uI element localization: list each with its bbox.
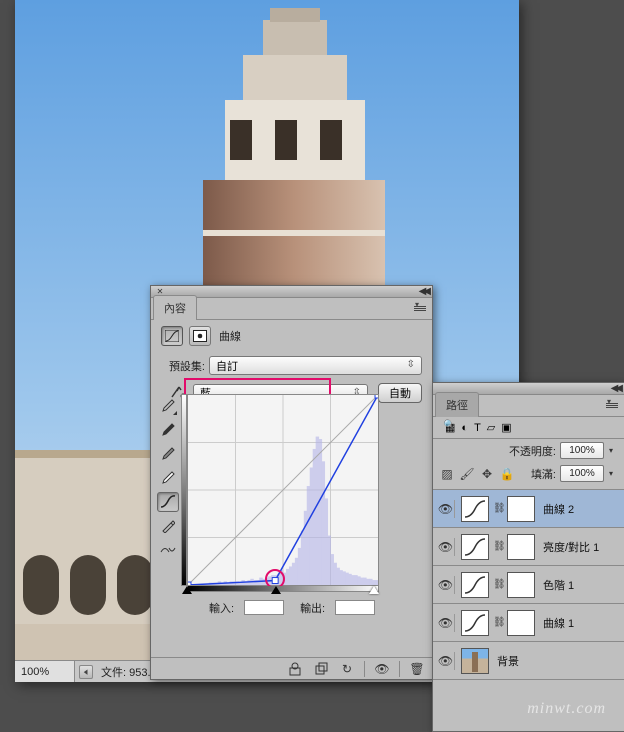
link-icon[interactable]: ⛓ xyxy=(493,503,503,514)
fill-label: 填滿: xyxy=(531,466,556,482)
point-curve-tool-icon[interactable] xyxy=(157,492,179,512)
trash-icon[interactable]: 🗑 xyxy=(408,661,426,677)
adjustment-thumb xyxy=(461,534,489,560)
layer-row[interactable]: 👁 ⛓ 曲線 2 xyxy=(433,490,624,528)
reset-icon[interactable]: ↻ xyxy=(338,661,356,677)
layer-row[interactable]: 👁 ⛓ 亮度/對比 1 xyxy=(433,528,624,566)
layer-row[interactable]: 👁 ⛓ 曲線 1 xyxy=(433,604,624,642)
collapse-icon[interactable]: ◀◀ xyxy=(611,383,620,394)
adjustment-thumb xyxy=(461,496,489,522)
filter-adjust-icon[interactable]: ◐ xyxy=(461,422,468,434)
adjustment-thumb xyxy=(461,572,489,598)
layer-name[interactable]: 曲線 2 xyxy=(539,501,574,517)
preset-select[interactable]: 自訂 xyxy=(209,356,422,375)
output-field[interactable] xyxy=(335,600,375,615)
panel-menu-icon[interactable] xyxy=(604,398,620,412)
layers-tabs: 路徑 xyxy=(433,395,624,417)
mask-thumb xyxy=(507,496,535,522)
link-icon[interactable]: ⛓ xyxy=(493,617,503,628)
smooth-curve-icon[interactable] xyxy=(157,540,179,560)
lock-image-icon[interactable]: 🖌 xyxy=(459,466,475,482)
layer-row[interactable]: 👁 背景 xyxy=(433,642,624,680)
lock-transparent-icon[interactable]: ▨ xyxy=(439,466,455,482)
layer-filter-row: ▦ ◐ T ▱ ▣ xyxy=(433,417,624,439)
link-icon[interactable]: ⛓ xyxy=(493,541,503,552)
tab-paths[interactable]: 路徑 xyxy=(435,392,479,417)
properties-footer: ↻ 👁 🗑 xyxy=(151,657,432,679)
status-popup-button[interactable] xyxy=(79,665,93,679)
input-output-row: 輸入: 輸出: xyxy=(187,600,379,616)
input-field[interactable] xyxy=(244,600,284,615)
opacity-field[interactable]: 100% xyxy=(560,442,604,459)
tab-properties[interactable]: 內容 xyxy=(153,295,197,320)
lock-position-icon[interactable]: ✥ xyxy=(479,466,495,482)
visibility-toggle-icon[interactable]: 👁 xyxy=(437,614,455,632)
filter-shape-icon[interactable]: ▱ xyxy=(487,421,495,434)
auto-button[interactable]: 自動 xyxy=(378,383,422,403)
lock-all-icon[interactable]: 🔒 xyxy=(499,466,515,482)
panel-tabs: 內容 xyxy=(151,298,432,320)
mask-thumb xyxy=(507,534,535,560)
curves-adjustment-icon[interactable] xyxy=(161,326,183,346)
layer-list: 👁 ⛓ 曲線 2 👁 ⛓ 亮度/對比 1 👁 ⛓ 色階 1 👁 ⛓ 曲線 1 👁 背景 xyxy=(433,489,624,709)
clip-to-layer-icon[interactable] xyxy=(286,661,304,677)
pencil-curve-tool-icon[interactable] xyxy=(157,516,179,536)
layers-panel: ◀◀ 路徑 ▦ ◐ T ▱ ▣ 不透明度: 100% ▨ 🖌 ✥ 🔒 填滿: 1… xyxy=(432,382,624,732)
opacity-label: 不透明度: xyxy=(509,443,556,459)
mask-thumb xyxy=(507,572,535,598)
gray-point-eyedropper-icon[interactable] xyxy=(157,444,179,464)
fill-field[interactable]: 100% xyxy=(560,465,604,482)
filter-smart-icon[interactable]: ▣ xyxy=(501,421,511,434)
layer-name[interactable]: 亮度/對比 1 xyxy=(539,539,599,555)
sample-eyedropper-icon[interactable] xyxy=(157,396,179,416)
panel-menu-icon[interactable] xyxy=(412,301,428,315)
image-thumb xyxy=(461,648,489,674)
zoom-level[interactable]: 100% xyxy=(15,661,75,682)
visibility-toggle-icon[interactable]: 👁 xyxy=(437,576,455,594)
layer-name[interactable]: 背景 xyxy=(493,653,519,669)
preset-row: 預設集: 自訂 xyxy=(151,352,432,379)
visibility-toggle-icon[interactable]: 👁 xyxy=(437,652,455,670)
mask-icon[interactable] xyxy=(189,326,211,346)
visibility-toggle-icon[interactable]: 👁 xyxy=(437,500,455,518)
collapse-icon[interactable]: ◀◀ xyxy=(419,286,428,297)
previous-state-icon[interactable] xyxy=(312,661,330,677)
input-label: 輸入: xyxy=(187,600,234,616)
visibility-icon[interactable]: 👁 xyxy=(373,661,391,677)
shadow-highlight-sliders[interactable] xyxy=(187,588,379,598)
filter-type-icon[interactable]: T xyxy=(474,422,481,434)
curves-graph[interactable] xyxy=(187,394,379,586)
adjustment-header: 曲線 xyxy=(151,320,432,352)
watermark: minwt.com xyxy=(527,700,606,718)
link-icon[interactable]: ⛓ xyxy=(493,579,503,590)
lock-fill-row: ▨ 🖌 ✥ 🔒 填滿: 100% xyxy=(433,462,624,485)
preset-label: 預設集: xyxy=(161,358,205,374)
visibility-toggle-icon[interactable]: 👁 xyxy=(437,538,455,556)
layer-row[interactable]: 👁 ⛓ 色階 1 xyxy=(433,566,624,604)
adjustment-name: 曲線 xyxy=(217,328,241,344)
adjustment-thumb xyxy=(461,610,489,636)
curves-tool-strip xyxy=(155,396,181,560)
layer-name[interactable]: 曲線 1 xyxy=(539,615,574,631)
layer-name[interactable]: 色階 1 xyxy=(539,577,574,593)
mask-thumb xyxy=(507,610,535,636)
opacity-row: 不透明度: 100% xyxy=(433,439,624,462)
properties-panel: ✕ ◀◀ 內容 曲線 預設集: 自訂 藍 自動 xyxy=(150,285,433,680)
black-point-eyedropper-icon[interactable] xyxy=(157,420,179,440)
white-point-eyedropper-icon[interactable] xyxy=(157,468,179,488)
output-label: 輸出: xyxy=(294,600,325,616)
